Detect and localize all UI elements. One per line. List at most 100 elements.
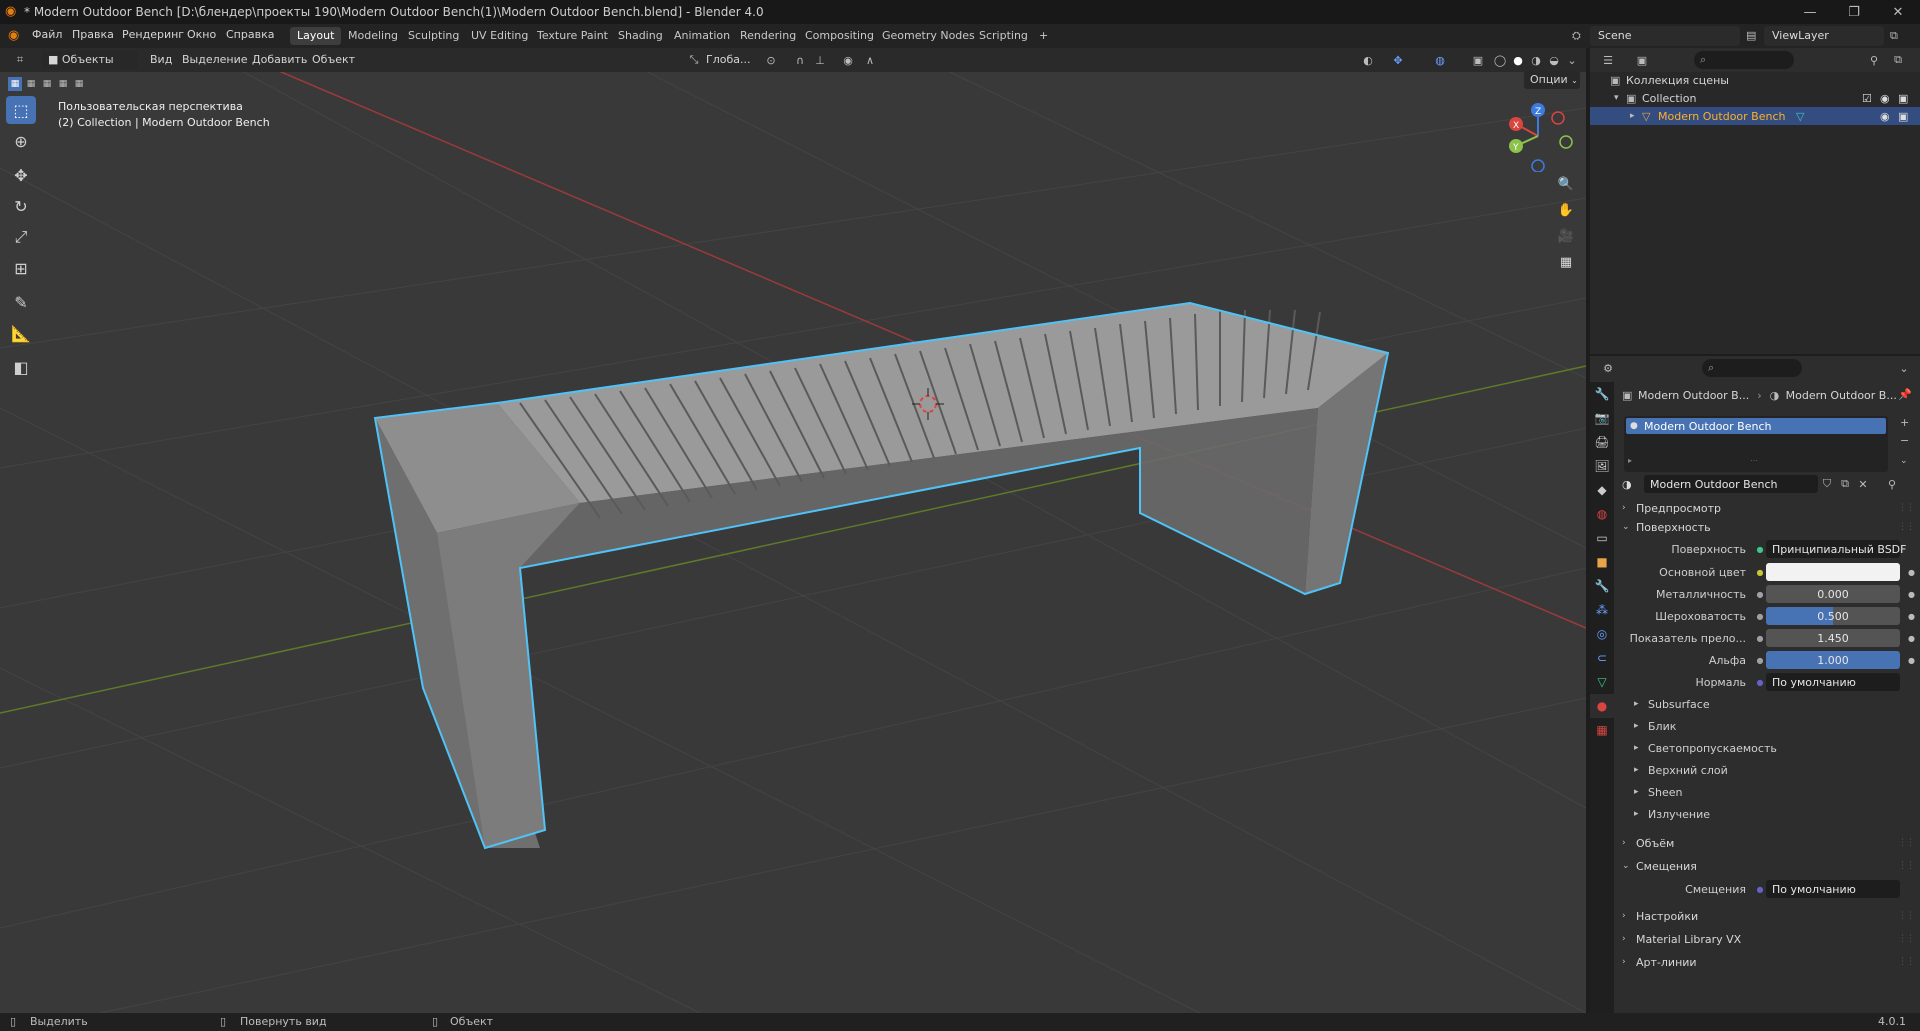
material-tab-icon[interactable]: ●	[1590, 694, 1614, 718]
select-intersect-icon[interactable]: ▦	[72, 77, 86, 91]
tab-animation[interactable]: Animation	[667, 27, 737, 45]
rendered-shading-icon[interactable]: ◒	[1546, 52, 1562, 68]
ortho-grid-icon[interactable]: ▦	[1554, 250, 1578, 274]
select-extend-icon[interactable]: ▦	[24, 77, 38, 91]
object-tab-icon[interactable]: ■	[1590, 550, 1614, 574]
filter-icon[interactable]: ⚲	[1866, 52, 1882, 68]
unlink-material-icon[interactable]: ✕	[1854, 478, 1872, 491]
tab-rendering[interactable]: Rendering	[733, 27, 803, 45]
outliner-collection-row[interactable]: ▾ ▣ Collection ☑ ◉ ▣	[1590, 89, 1920, 107]
outliner-root-row[interactable]: ▣ Коллекция сцены	[1590, 71, 1920, 89]
base-color-swatch[interactable]	[1766, 563, 1900, 581]
subpanel-emission[interactable]: ▸ Излучение	[1634, 805, 1920, 823]
socket-grey-icon[interactable]: ●	[1754, 654, 1766, 666]
slot-specials-icon[interactable]: ⌄	[1900, 456, 1908, 466]
socket-grey-icon[interactable]: ●	[1754, 588, 1766, 600]
scene-tab-icon[interactable]: ◆	[1590, 478, 1614, 502]
material-shading-icon[interactable]: ◑	[1528, 52, 1544, 68]
properties-options-icon[interactable]: ⌄	[1896, 360, 1912, 376]
display-mode-icon[interactable]: ▣	[1634, 52, 1650, 68]
metallic-slider[interactable]: 0.000	[1766, 585, 1900, 603]
socket-blue-icon[interactable]: ●	[1754, 883, 1766, 895]
browse-material-icon[interactable]: ◑	[1622, 478, 1644, 491]
section-material-library[interactable]: › Material Library VX ⋮⋮	[1622, 928, 1920, 950]
snap-icon[interactable]: ∩	[792, 52, 808, 68]
camera-view-icon[interactable]: 🎥	[1554, 224, 1578, 248]
socket-blue-icon[interactable]: ●	[1754, 676, 1766, 688]
select-new-icon[interactable]: ▦	[8, 77, 22, 91]
falloff-icon[interactable]: ∧	[862, 52, 878, 68]
editor-type-icon[interactable]: ⌗	[12, 52, 28, 68]
socket-green-icon[interactable]: ●	[1754, 543, 1766, 555]
subpanel-specular[interactable]: ▸ Блик	[1634, 717, 1920, 735]
annotate-tool-icon[interactable]: ✎	[6, 288, 36, 316]
menu-view[interactable]: Вид	[144, 51, 178, 69]
collection-checkbox-icon[interactable]: ☑	[1862, 92, 1872, 105]
outliner-search-input[interactable]: ⌕	[1694, 51, 1794, 69]
keyframe-dot-icon[interactable]: ●	[1908, 612, 1915, 621]
section-settings[interactable]: › Настройки ⋮⋮	[1622, 905, 1920, 927]
maximize-button[interactable]: ❐	[1832, 0, 1876, 24]
section-displacement[interactable]: ⌄ Смещения ⋮⋮	[1622, 855, 1920, 877]
transform-orientation-dropdown[interactable]: Глоба...	[700, 51, 756, 69]
material-filter-icon[interactable]: ⚲	[1872, 478, 1896, 491]
scale-tool-icon[interactable]: ⤢	[6, 223, 36, 251]
tab-layout[interactable]: Layout	[290, 27, 342, 45]
add-slot-icon[interactable]: +	[1900, 416, 1909, 429]
solid-shading-icon[interactable]: ●	[1510, 52, 1526, 68]
menu-select[interactable]: Выделение	[176, 51, 254, 69]
subpanel-subsurface[interactable]: ▸ Subsurface	[1634, 695, 1920, 713]
menu-window[interactable]: Окно	[187, 28, 216, 41]
particles-tab-icon[interactable]: ⁂	[1590, 598, 1614, 622]
tab-modeling[interactable]: Modeling	[341, 27, 405, 45]
keyframe-dot-icon[interactable]: ●	[1908, 568, 1915, 577]
drag-grip-icon[interactable]: ⋮⋮	[1898, 503, 1915, 513]
list-resize-handle-icon[interactable]: ⋯	[1750, 456, 1758, 465]
drag-grip-icon[interactable]: ⋮⋮	[1898, 911, 1915, 921]
world-tab-icon[interactable]: ◍	[1590, 502, 1614, 526]
proportional-edit-icon[interactable]: ◉	[840, 52, 856, 68]
snap-target-icon[interactable]: ⊥	[812, 52, 828, 68]
subpanel-coat[interactable]: ▸ Верхний слой	[1634, 761, 1920, 779]
slots-expand-icon[interactable]: ▸	[1628, 456, 1632, 465]
modifiers-tab-icon[interactable]: 🔧	[1590, 574, 1614, 598]
section-volume[interactable]: › Объём ⋮⋮	[1622, 832, 1920, 854]
menu-file[interactable]: Файл	[32, 28, 62, 41]
material-slot-row[interactable]: ● Modern Outdoor Bench	[1626, 418, 1886, 434]
menu-object[interactable]: Объект	[306, 51, 361, 69]
measure-tool-icon[interactable]: 📐	[6, 319, 36, 347]
subpanel-sheen[interactable]: ▸ Sheen	[1634, 783, 1920, 801]
new-collection-icon[interactable]: ⧉	[1890, 52, 1906, 68]
surface-shader-field[interactable]: Принципиальный BSDF	[1766, 540, 1906, 558]
xray-icon[interactable]: ▣	[1470, 52, 1486, 68]
select-invert-icon[interactable]: ▦	[56, 77, 70, 91]
close-button[interactable]: ✕	[1876, 0, 1920, 24]
section-surface[interactable]: ⌄ Поверхность ⋮⋮	[1622, 516, 1920, 538]
fake-user-shield-icon[interactable]: ⛉	[1818, 477, 1836, 491]
texture-tab-icon[interactable]: ▦	[1590, 718, 1614, 742]
remove-slot-icon[interactable]: −	[1900, 434, 1909, 447]
menu-render[interactable]: Рендеринг	[122, 28, 184, 41]
ior-field[interactable]: 1.450	[1766, 629, 1900, 647]
viewlayer-selector[interactable]: ViewLayer	[1764, 26, 1884, 46]
collection-tab-icon[interactable]: ▭	[1590, 526, 1614, 550]
rotate-tool-icon[interactable]: ↻	[6, 192, 36, 220]
properties-editor-icon[interactable]: ⚙	[1600, 360, 1616, 376]
shading-options-icon[interactable]: ⌄	[1564, 52, 1580, 68]
roughness-slider[interactable]: 0.500	[1766, 607, 1900, 625]
pivot-icon[interactable]: ⊙	[763, 52, 779, 68]
section-lineart[interactable]: › Арт-линии ⋮⋮	[1622, 951, 1920, 973]
add-workspace-button[interactable]: +	[1032, 27, 1055, 45]
new-viewlayer-icon[interactable]: ⧉	[1890, 29, 1898, 43]
tab-texture-paint[interactable]: Texture Paint	[530, 27, 615, 45]
collection-render-camera-icon[interactable]: ▣	[1898, 92, 1908, 105]
outliner-editor-icon[interactable]: ☰	[1600, 52, 1616, 68]
data-tab-icon[interactable]: ▽	[1590, 670, 1614, 694]
navigation-gizmo[interactable]: Z X Y	[1502, 100, 1574, 172]
wireframe-shading-icon[interactable]: ◯	[1492, 52, 1508, 68]
drag-grip-icon[interactable]: ⋮⋮	[1898, 838, 1915, 848]
pan-hand-icon[interactable]: ✋	[1554, 198, 1578, 222]
view-layer-tab-icon[interactable]: 🖼	[1590, 454, 1614, 478]
menu-edit[interactable]: Правка	[72, 28, 114, 41]
tab-sculpting[interactable]: Sculpting	[401, 27, 466, 45]
